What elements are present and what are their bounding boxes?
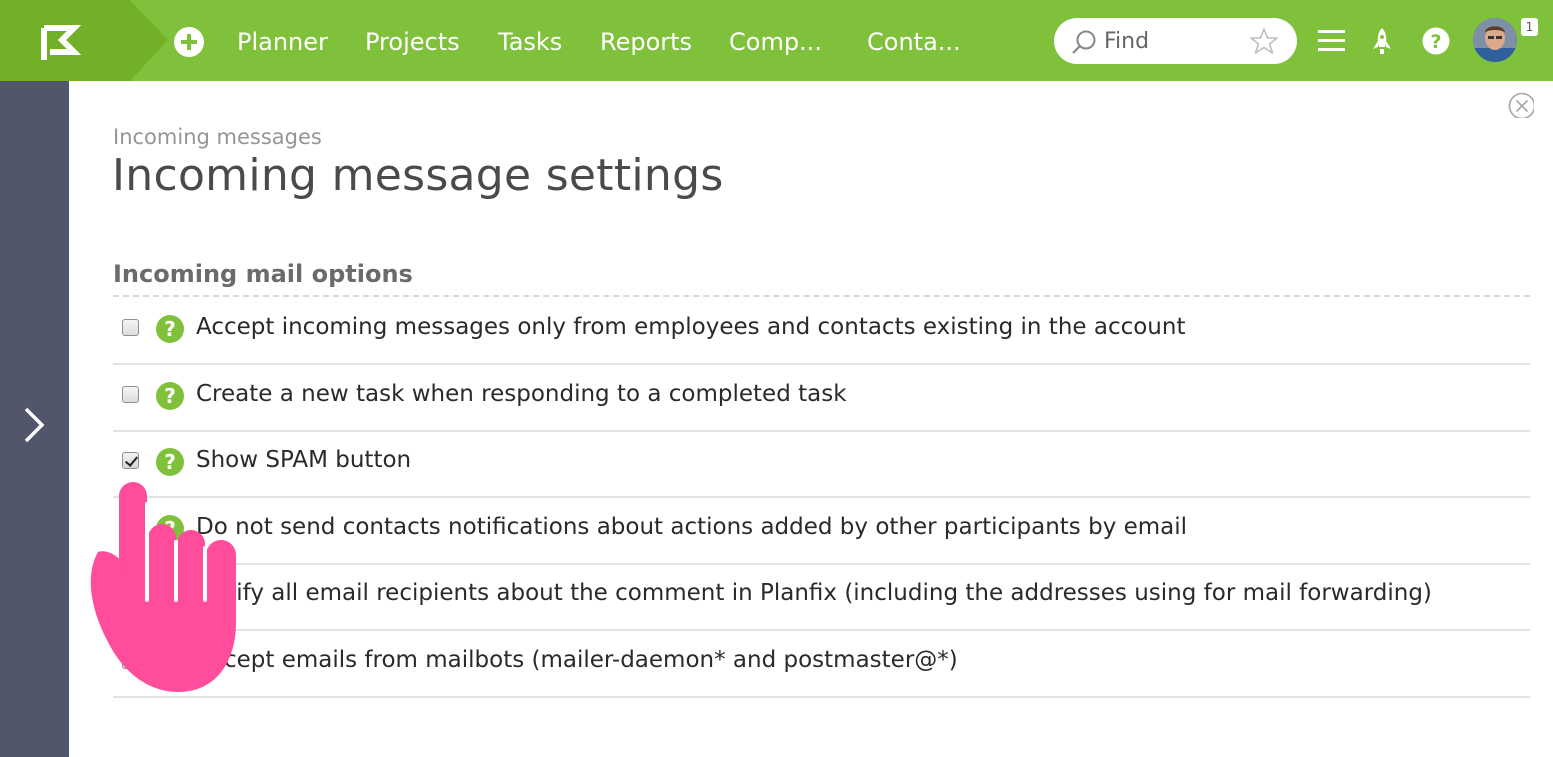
nav-reports[interactable]: Reports <box>600 26 692 58</box>
help-icon[interactable]: ? <box>156 648 184 676</box>
option-label[interactable]: Create a new task when responding to a c… <box>196 381 847 407</box>
option-checkbox[interactable] <box>122 652 139 669</box>
section-heading: Incoming mail options <box>113 260 413 288</box>
option-row: ? Do not send contacts notifications abo… <box>113 497 1530 565</box>
chevron-right-icon[interactable] <box>20 406 48 444</box>
option-row: ? Accept emails from mailbots (mailer-da… <box>113 630 1530 698</box>
option-label[interactable]: Do not send contacts notifications about… <box>196 514 1187 540</box>
help-icon[interactable]: ? <box>156 581 184 609</box>
search-box[interactable] <box>1054 18 1297 64</box>
user-photo <box>1473 18 1517 62</box>
rocket-icon[interactable] <box>1370 27 1394 55</box>
help-icon[interactable]: ? <box>156 448 184 476</box>
option-row: ? Accept incoming messages only from emp… <box>113 297 1530 365</box>
svg-text:?: ? <box>1430 31 1441 53</box>
logo[interactable] <box>0 0 168 81</box>
left-sidebar <box>0 81 69 757</box>
breadcrumb[interactable]: Incoming messages <box>113 125 322 149</box>
option-checkbox[interactable] <box>122 386 139 403</box>
nav-contacts[interactable]: Conta... <box>867 26 961 58</box>
option-checkbox[interactable] <box>122 519 139 536</box>
option-label[interactable]: Notify all email recipients about the co… <box>196 580 1432 606</box>
star-icon[interactable] <box>1249 27 1279 55</box>
help-icon[interactable]: ? <box>1422 27 1450 55</box>
option-row: ? Create a new task when responding to a… <box>113 364 1530 432</box>
search-input[interactable] <box>1104 26 1244 56</box>
avatar[interactable] <box>1473 18 1517 62</box>
top-navigation-bar: Planner Projects Tasks Reports Comp... C… <box>0 0 1553 81</box>
nav-projects[interactable]: Projects <box>365 26 460 58</box>
option-checkbox[interactable] <box>122 452 139 469</box>
close-icon[interactable] <box>1508 92 1534 118</box>
option-row: ? Show SPAM button <box>113 430 1530 498</box>
option-label[interactable]: Accept incoming messages only from emplo… <box>196 314 1185 340</box>
help-icon[interactable]: ? <box>156 515 184 543</box>
help-icon[interactable]: ? <box>156 315 184 343</box>
menu-icon[interactable] <box>1318 29 1346 53</box>
nav-planner[interactable]: Planner <box>237 26 328 58</box>
logo-flag-icon <box>41 0 168 81</box>
nav-companies[interactable]: Comp... <box>729 26 822 58</box>
notification-badge[interactable]: 1 <box>1521 18 1538 36</box>
search-icon <box>1072 30 1096 54</box>
nav-tasks[interactable]: Tasks <box>498 26 562 58</box>
add-icon[interactable] <box>174 27 204 57</box>
page-title: Incoming message settings <box>112 150 724 201</box>
option-label[interactable]: Show SPAM button <box>196 447 411 473</box>
option-row: ? Notify all email recipients about the … <box>113 563 1530 631</box>
option-checkbox[interactable] <box>122 585 139 602</box>
help-icon[interactable]: ? <box>156 382 184 410</box>
option-checkbox[interactable] <box>122 319 139 336</box>
option-label[interactable]: Accept emails from mailbots (mailer-daem… <box>196 647 958 673</box>
